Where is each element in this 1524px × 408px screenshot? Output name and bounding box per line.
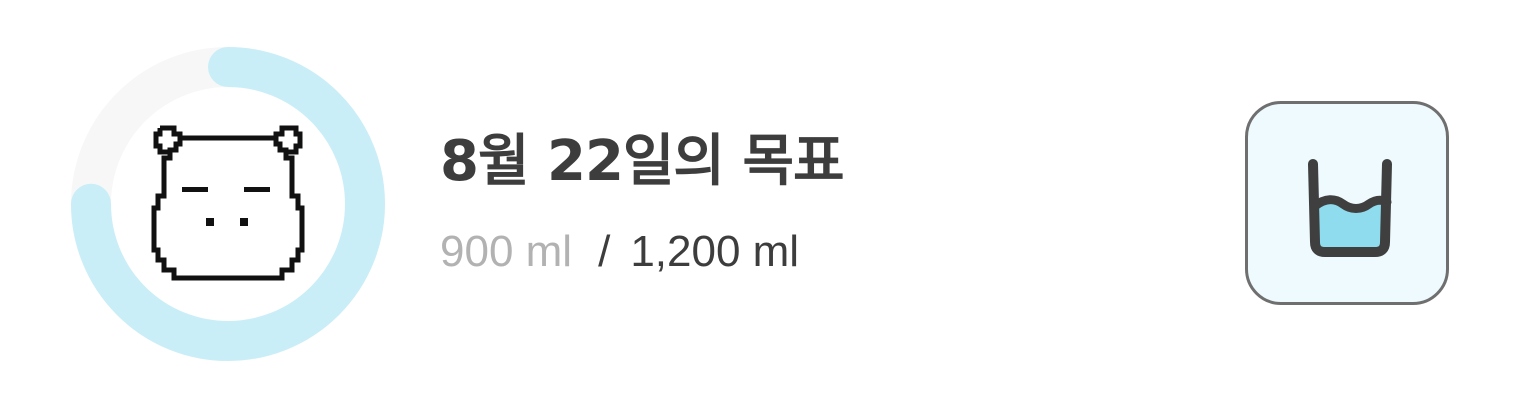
- intake-amounts: 900 ml / 1,200 ml: [440, 224, 844, 280]
- goal-intake: 1,200 ml: [630, 227, 800, 276]
- amount-separator: /: [598, 227, 611, 276]
- water-goal-card: 8월 22일의 목표 900 ml / 1,200 ml: [0, 0, 1524, 408]
- goal-summary: 8월 22일의 목표 900 ml / 1,200 ml: [440, 122, 844, 280]
- add-water-button[interactable]: [1245, 101, 1449, 305]
- pixel-hamster-icon: [151, 125, 305, 281]
- page-title: 8월 22일의 목표: [440, 129, 844, 194]
- water-glass-icon: [1308, 159, 1392, 257]
- current-intake: 900 ml: [440, 227, 573, 276]
